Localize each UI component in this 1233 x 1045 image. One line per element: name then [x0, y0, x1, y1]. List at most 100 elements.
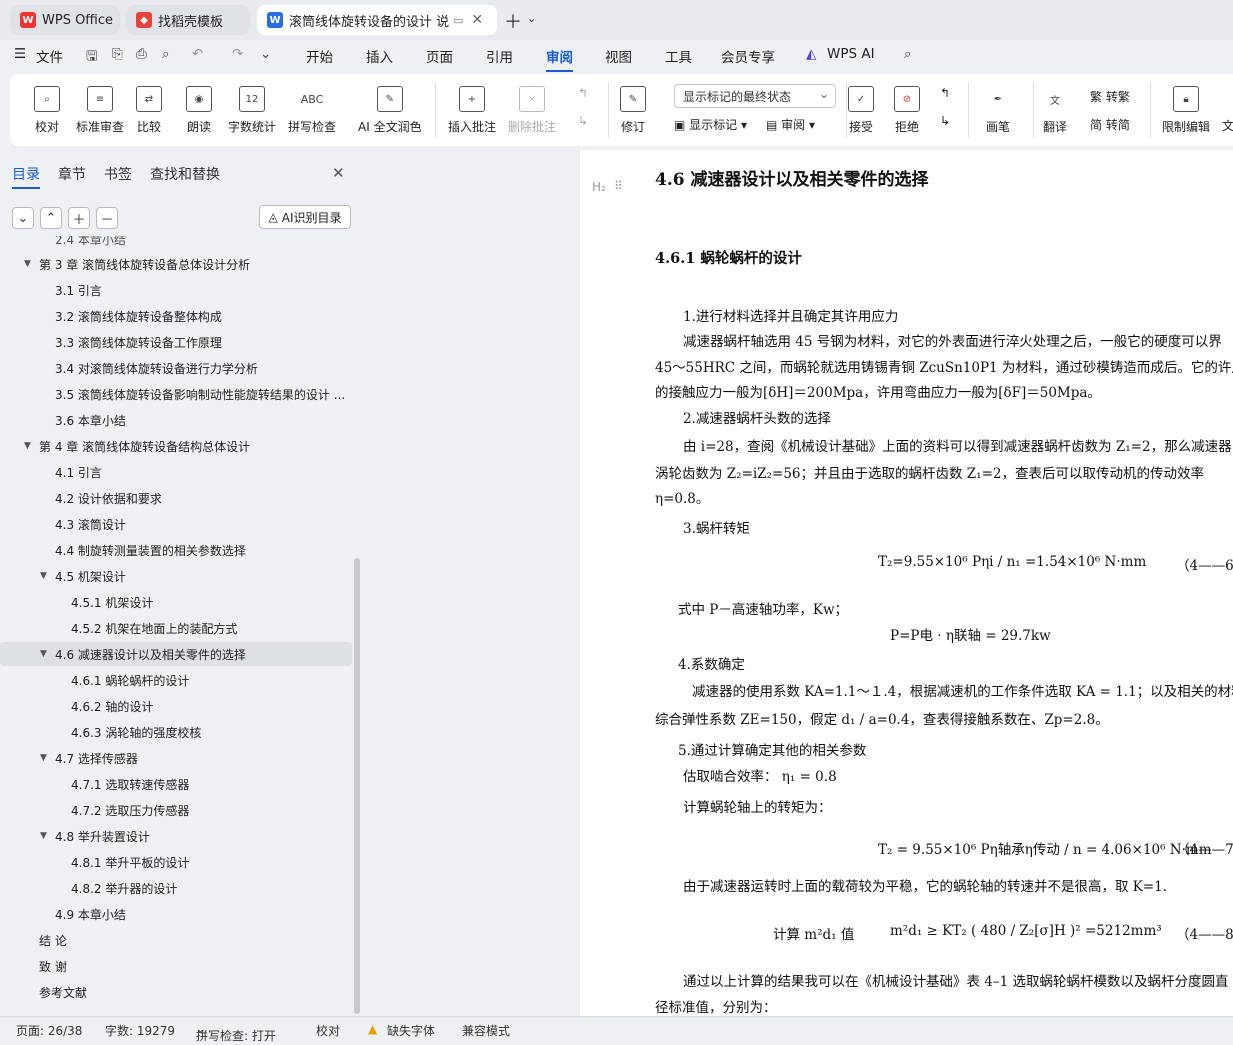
doc-text-line[interactable]: （4——6）: [1176, 554, 1233, 574]
doc-text-line[interactable]: 计算蜗轮轴上的转矩为：: [683, 796, 832, 816]
collapse-all-button[interactable]: ⌄: [12, 207, 34, 229]
toc-item[interactable]: 2.4 本章小结: [0, 236, 352, 251]
menu-home[interactable]: 开始: [306, 46, 333, 66]
doc-text-line[interactable]: 估取啮合效率： η₁ = 0.8: [683, 765, 837, 785]
expand-up-button[interactable]: ⌃: [40, 207, 62, 229]
toc-item[interactable]: 4.6.3 涡轮轴的强度校核: [0, 720, 352, 744]
menu-references[interactable]: 引用: [486, 46, 513, 66]
nav-tab-chapters[interactable]: 章节: [58, 164, 86, 184]
expand-caret-icon[interactable]: ▼: [40, 753, 47, 763]
toc-scrollbar[interactable]: [354, 558, 360, 1014]
menu-view[interactable]: 视图: [605, 46, 632, 66]
doc-text-line[interactable]: 由于减速器运转时上面的载荷较为平稳，它的蜗轮轴的转速并不是很高，取 K=1.: [683, 875, 1167, 895]
toc-item[interactable]: 3.1 引言: [0, 278, 352, 302]
restrict-edit-button[interactable]: 🔒︎ 限制编辑: [1162, 86, 1210, 135]
doc-text-line[interactable]: 的接触应力一般为[δH]＝200Mpa，许用弯曲应力一般为[δF]＝50Mpa。: [655, 381, 1101, 401]
expand-caret-icon[interactable]: ▼: [40, 649, 47, 659]
track-changes-button[interactable]: ✎ 修订: [620, 86, 646, 135]
doc-text-line[interactable]: 4.系数确定: [678, 653, 745, 673]
redo-icon[interactable]: ↷: [232, 46, 243, 62]
toc-item[interactable]: ▼ 第 4 章 滚筒线体旋转设备结构总体设计: [0, 434, 352, 458]
toc-item[interactable]: 3.2 滚筒线体旋转设备整体构成: [0, 304, 352, 328]
read-aloud-button[interactable]: ◉ 朗读: [186, 86, 212, 135]
hamburger-icon[interactable]: ☰: [14, 46, 26, 62]
print-preview-icon[interactable]: ⌕: [162, 46, 170, 62]
toc-item[interactable]: 4.9 本章小结: [0, 902, 352, 926]
nav-tab-find-replace[interactable]: 查找和替换: [150, 164, 220, 184]
ai-toc-button[interactable]: ◬ AI识别目录: [259, 205, 351, 229]
toc-item[interactable]: ▼ 4.5 机架设计: [0, 564, 352, 588]
toc-item[interactable]: ▼ 4.7 选择传感器: [0, 746, 352, 770]
doc-text-line[interactable]: 减速器蜗杆轴选用 45 号钢为材料，对它的外表面进行淬火处理之后，一般它的硬度可…: [683, 330, 1222, 350]
toc-item[interactable]: 4.7.2 选取压力传感器: [0, 798, 352, 822]
to-simplified-button[interactable]: 简 转简: [1090, 116, 1130, 133]
insert-comment-button[interactable]: + 插入批注: [448, 86, 496, 135]
doc-text-line[interactable]: η=0.8。: [655, 487, 709, 507]
remove-heading-button[interactable]: －: [96, 207, 118, 229]
nav-tab-toc[interactable]: 目录: [12, 164, 40, 189]
ai-polish-button[interactable]: ✎ AI 全文润色: [358, 86, 422, 135]
toc-item[interactable]: ▼ 4.8 举升装置设计: [0, 824, 352, 848]
toc-item[interactable]: 致 谢: [0, 954, 352, 978]
toc-item[interactable]: 4.1 引言: [0, 460, 352, 484]
accept-button[interactable]: ✓ 接受: [848, 86, 874, 135]
toc-item[interactable]: 4.3 滚筒设计: [0, 512, 352, 536]
missing-font-status[interactable]: 缺失字体: [387, 1022, 435, 1039]
proof-status[interactable]: 校对: [316, 1022, 340, 1039]
doc-text-line[interactable]: 涡轮齿数为 Z₂=iZ₂=56；并且由于选取的蜗杆齿数 Z₁=2，查表后可以取传…: [655, 462, 1204, 482]
tab-wps-office[interactable]: W WPS Office: [10, 5, 120, 35]
delete-comment-button[interactable]: × 删除批注: [508, 86, 556, 135]
to-traditional-button[interactable]: 繁 转繁: [1090, 88, 1130, 105]
standard-review-button[interactable]: ≡ 标准审查: [76, 86, 124, 135]
doc-text-line[interactable]: 综合弹性系数 ZE=150，假定 d₁ / a=0.4，查表得接触系数在、Zp=…: [655, 708, 1109, 728]
expand-caret-icon[interactable]: ▼: [24, 441, 31, 451]
doc-text-line[interactable]: （4——7）: [1176, 838, 1233, 858]
next-change-icon[interactable]: ↳: [940, 114, 950, 128]
add-heading-button[interactable]: ＋: [68, 207, 90, 229]
prev-change-icon[interactable]: ↰: [940, 86, 950, 100]
doc-heading[interactable]: 4.6 减速器设计以及相关零件的选择: [655, 165, 929, 190]
menu-file[interactable]: 文件: [36, 46, 63, 66]
doc-text-line[interactable]: 5.通过计算确定其他的相关参数: [678, 739, 866, 759]
toc-item[interactable]: 结 论: [0, 928, 352, 952]
doc-text-line[interactable]: 径标准值，分别为：: [655, 996, 777, 1016]
expand-caret-icon[interactable]: ▼: [40, 831, 47, 841]
toc-item[interactable]: ▼ 第 3 章 滚筒线体旋转设备总体设计分析: [0, 252, 352, 276]
doc-text-line[interactable]: 2.减速器蜗杆头数的选择: [683, 407, 831, 427]
expand-caret-icon[interactable]: ▼: [40, 571, 47, 581]
export-icon[interactable]: ⎘: [112, 46, 123, 62]
toc-item[interactable]: 4.8.2 举升器的设计: [0, 876, 352, 900]
toc-item[interactable]: 4.5.1 机架设计: [0, 590, 352, 614]
menu-wps-ai[interactable]: WPS AI: [827, 46, 875, 62]
heading-level-marker[interactable]: H₂: [592, 180, 606, 194]
menu-tools[interactable]: 工具: [665, 46, 692, 66]
doc-text-line[interactable]: m²d₁ ≥ KT₂ ( 480 / Z₂[σ]H )² =5212mm³: [890, 923, 1162, 939]
doc-text-line[interactable]: 45～55HRC 之间，而蜗轮就选用铸锡青铜 ZcuSn10P1 为材料，通过砂…: [655, 356, 1233, 376]
tab-document[interactable]: W 滚筒线体旋转设备的设计 说明 ▭ ✕: [257, 5, 497, 35]
toc-item[interactable]: 4.8.1 举升平板的设计: [0, 850, 352, 874]
proofread-button[interactable]: ⌕ 校对: [34, 86, 60, 135]
menu-insert[interactable]: 插入: [366, 46, 393, 66]
doc-heading[interactable]: 4.6.1 蜗轮蜗杆的设计: [655, 247, 802, 268]
doc-text-line[interactable]: T₂ = 9.55×10⁶ Pη轴承η传动 / n = 4.06×10⁶ N·m…: [878, 838, 1212, 858]
expand-caret-icon[interactable]: ▼: [24, 259, 31, 269]
menu-member[interactable]: 会员专享: [721, 46, 775, 66]
nav-tab-bookmarks[interactable]: 书签: [104, 164, 132, 184]
drag-handle-icon[interactable]: ⠿: [614, 179, 623, 193]
toc-item[interactable]: 4.2 设计依据和要求: [0, 486, 352, 510]
toc-item[interactable]: 3.4 对滚筒线体旋转设备进行力学分析: [0, 356, 352, 380]
word-count-status[interactable]: 字数: 19279: [105, 1022, 175, 1039]
doc-text-line[interactable]: 计算 m²d₁ 值: [773, 923, 854, 943]
tab-docer[interactable]: ◆ 找稻壳模板: [126, 5, 250, 35]
word-count-button[interactable]: 12 字数统计: [228, 86, 276, 135]
spell-check-status[interactable]: 拼写检查: 打开 ⌄: [196, 1022, 276, 1043]
compat-mode-status[interactable]: 兼容模式: [462, 1022, 510, 1039]
close-tab-icon[interactable]: ✕: [471, 12, 483, 28]
print-icon[interactable]: ⎙: [136, 46, 147, 62]
more-ribbon-label[interactable]: 文: [1222, 117, 1233, 134]
compare-button[interactable]: ⇄ 比较: [136, 86, 162, 135]
reject-button[interactable]: ⊘ 拒绝: [894, 86, 920, 135]
close-pane-icon[interactable]: ✕: [332, 164, 345, 182]
doc-text-line[interactable]: 3.蜗杆转矩: [683, 517, 750, 537]
toc-item[interactable]: 3.6 本章小结: [0, 408, 352, 432]
